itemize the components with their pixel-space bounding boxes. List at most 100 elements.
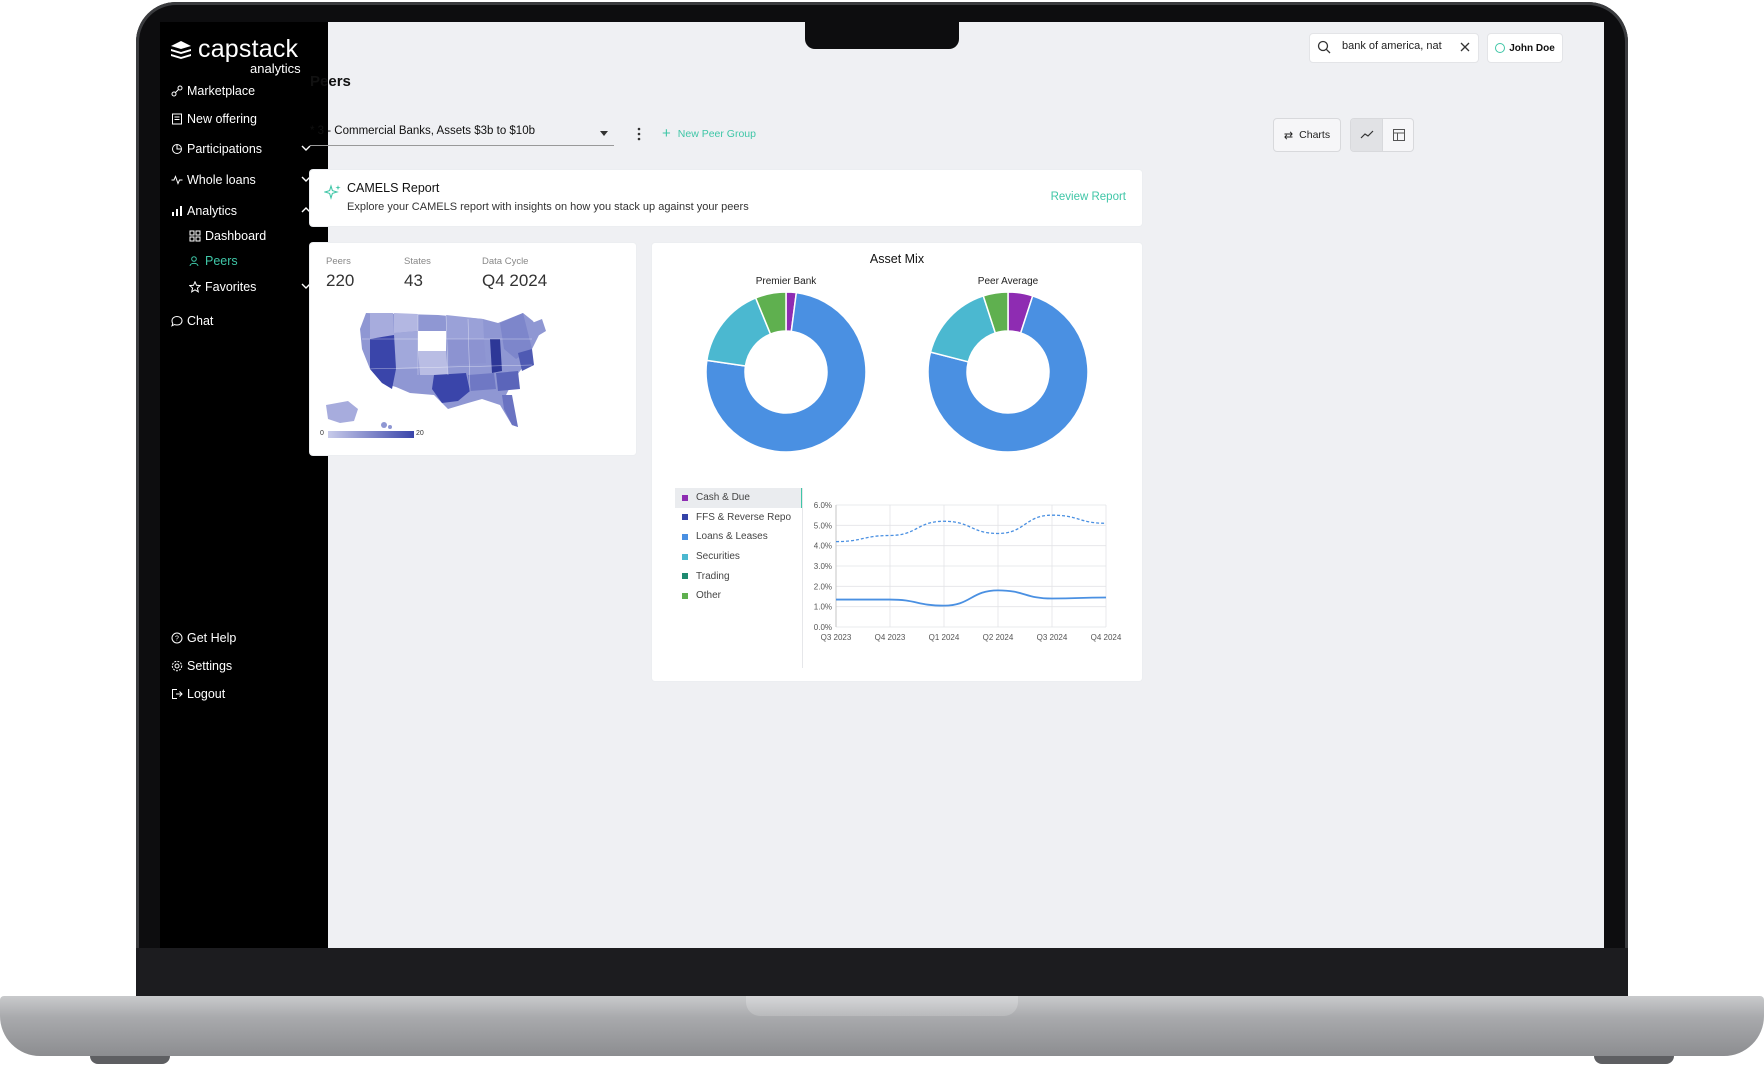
swatch-icon <box>682 514 688 521</box>
stat-label-data-cycle: Data Cycle <box>482 256 529 267</box>
sidebar-item-participations[interactable]: Participations <box>170 138 320 160</box>
table-view-button[interactable] <box>1382 119 1413 151</box>
camera-notch <box>805 22 959 49</box>
review-report-link[interactable]: Review Report <box>1051 191 1126 203</box>
category-item-cash-due[interactable]: Cash & Due <box>675 488 803 508</box>
donut-label-premier-bank: Premier Bank <box>755 276 817 287</box>
sidebar: capstack analytics Marketplace New offer… <box>160 22 328 948</box>
swatch-icon <box>682 553 688 560</box>
us-choropleth-map[interactable] <box>318 309 588 443</box>
sidebar-item-settings[interactable]: Settings <box>170 655 320 677</box>
camels-title: CAMELS Report <box>347 181 440 195</box>
sidebar-item-dashboard[interactable]: Dashboard <box>188 225 320 247</box>
trend-line-chart[interactable]: 6.0% 5.0% 4.0% 3.0% 2.0% 1.0% 0.0%Q3 2023 Q4 20… <box>806 495 1136 645</box>
peer-group-selected: * 3 - Commercial Banks, Assets $3b to $1… <box>310 125 535 137</box>
swap-icon: ⇄ <box>1283 129 1294 142</box>
swatch-icon <box>682 533 688 540</box>
sidebar-item-label: Marketplace <box>187 84 256 98</box>
y-tick-label: 0.0% <box>814 623 832 632</box>
peer-group-select[interactable]: * 3 - Commercial Banks, Assets $3b to $1… <box>310 125 614 146</box>
map-legend-gradient <box>328 431 414 438</box>
sidebar-item-label: Settings <box>187 659 233 673</box>
laptop-foot-right <box>1594 1056 1674 1064</box>
donut-label-peer-average: Peer Average <box>977 276 1039 287</box>
swatch-icon <box>682 494 688 501</box>
logout-icon <box>170 688 183 701</box>
avatar-icon <box>1495 43 1506 53</box>
sidebar-item-marketplace[interactable]: Marketplace <box>170 80 320 102</box>
donut-chart-premier-bank[interactable] <box>704 290 868 454</box>
series-line-dashed[interactable] <box>835 514 1107 543</box>
app-screen: capstack analytics Marketplace New offer… <box>160 22 1604 948</box>
x-tick-label: Q2 2024 <box>983 633 1014 642</box>
sidebar-item-new-offering[interactable]: New offering <box>170 108 320 130</box>
star-icon <box>188 281 201 294</box>
category-label: FFS & Reverse Repo <box>696 511 792 523</box>
series-line-solid[interactable] <box>836 589 1107 607</box>
grid-icon <box>188 230 201 243</box>
gear-icon <box>170 660 183 673</box>
y-tick-label: 3.0% <box>814 562 832 571</box>
table-icon <box>1392 129 1405 141</box>
category-item-securities[interactable]: Securities <box>675 547 803 567</box>
donut-chart-peer-average[interactable] <box>926 290 1090 454</box>
sidebar-item-logout[interactable]: Logout <box>170 683 320 705</box>
category-label: Securities <box>696 551 740 563</box>
laptop-foot-left <box>90 1056 170 1064</box>
sidebar-item-label: Favorites <box>205 280 257 294</box>
trend-line-icon <box>1360 130 1373 139</box>
swatch-icon <box>682 592 688 599</box>
map-legend-max: 20 <box>416 430 424 437</box>
sidebar-item-favorites[interactable]: Favorites <box>188 276 320 298</box>
laptop-base-notch <box>746 996 1018 1016</box>
sidebar-item-label: Analytics <box>187 204 238 218</box>
view-toggle <box>1350 118 1414 152</box>
stat-label-peers: Peers <box>326 256 351 267</box>
caret-down-icon <box>600 131 608 136</box>
category-label: Cash & Due <box>696 492 750 504</box>
category-label: Loans & Leases <box>696 531 768 543</box>
x-tick-label: Q4 2023 <box>875 633 906 642</box>
marketplace-icon <box>170 85 183 98</box>
pulse-icon <box>170 174 183 187</box>
sidebar-item-label: New offering <box>187 112 257 126</box>
user-name: John Doe <box>1509 42 1555 54</box>
search-input[interactable] <box>1340 39 1452 53</box>
user-menu-button[interactable]: John Doe <box>1487 33 1563 63</box>
sidebar-item-get-help[interactable]: ? Get Help <box>170 627 320 649</box>
stat-label-states: States <box>404 256 431 267</box>
category-label: Other <box>696 590 722 602</box>
charts-label: Charts <box>1299 129 1331 141</box>
page-title: Peers <box>310 73 351 90</box>
divider <box>802 488 803 668</box>
stat-value-states: 43 <box>404 271 423 290</box>
brand-logo[interactable]: capstack analytics <box>170 35 310 77</box>
asset-mix-card: Asset Mix Premier Bank Peer Average Cash… <box>652 243 1142 681</box>
category-item-trading[interactable]: Trading <box>675 566 803 586</box>
category-item-ffs[interactable]: FFS & Reverse Repo <box>675 508 803 528</box>
category-label: Trading <box>696 570 730 582</box>
sidebar-item-whole-loans[interactable]: Whole loans <box>170 169 320 191</box>
new-peer-group-label: New Peer Group <box>677 128 756 140</box>
sidebar-item-peers[interactable]: Peers <box>188 250 320 272</box>
close-icon[interactable] <box>1460 42 1470 52</box>
new-peer-group-button[interactable]: + New Peer Group <box>662 126 756 142</box>
sidebar-item-analytics[interactable]: Analytics <box>170 200 320 222</box>
charts-button[interactable]: ⇄ Charts <box>1273 118 1341 152</box>
x-tick-label: Q3 2024 <box>1037 633 1068 642</box>
stat-value-data-cycle: Q4 2024 <box>482 271 548 290</box>
search-icon <box>1317 40 1331 54</box>
x-tick-label: Q1 2024 <box>929 633 960 642</box>
sidebar-item-chat[interactable]: Chat <box>170 310 320 332</box>
donut-slice-securities[interactable] <box>929 294 997 363</box>
y-tick-label: 1.0% <box>814 603 832 612</box>
category-item-loans[interactable]: Loans & Leases <box>675 527 803 547</box>
line-view-button[interactable] <box>1351 119 1382 151</box>
chat-icon <box>170 315 183 328</box>
sparkle-icon <box>324 184 341 200</box>
camels-report-card: CAMELS Report Explore your CAMELS report… <box>310 170 1142 226</box>
category-item-other[interactable]: Other <box>675 586 803 606</box>
y-tick-label: 6.0% <box>814 501 832 510</box>
more-options-icon[interactable] <box>636 126 642 142</box>
svg-text:?: ? <box>175 636 179 643</box>
